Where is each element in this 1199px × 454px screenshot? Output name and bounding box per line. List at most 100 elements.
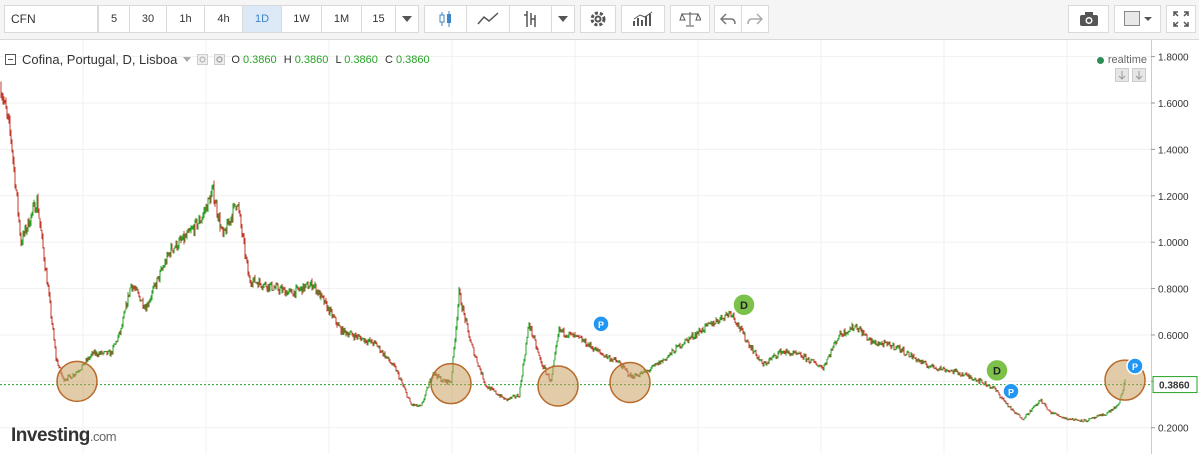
candle-body <box>964 373 966 376</box>
candle-body <box>1072 417 1074 421</box>
candle-body <box>975 378 977 382</box>
candle-body <box>942 367 944 371</box>
candle-body <box>839 331 841 337</box>
interval-1h-button[interactable]: 1h <box>166 5 205 33</box>
fullscreen-button[interactable] <box>1166 5 1196 33</box>
candle-body <box>772 356 774 358</box>
candle-body <box>569 332 571 334</box>
candle-body <box>713 322 715 325</box>
undo-button[interactable] <box>714 5 742 33</box>
candle-body <box>533 336 535 338</box>
candle-body <box>288 290 290 292</box>
brand-logo: Investing.com <box>11 425 117 447</box>
candle-body <box>779 349 781 352</box>
candle-body <box>228 221 230 225</box>
candle-body <box>43 247 45 260</box>
price-tick-label: 1.0000 <box>1158 238 1189 249</box>
gear-icon <box>590 11 606 27</box>
candle-body <box>37 197 39 212</box>
candle-body <box>51 316 53 325</box>
candle-body <box>738 323 740 328</box>
candle-body <box>1103 414 1105 416</box>
price-chart[interactable]: PDDPP 1.80001.60001.40001.20001.00000.80… <box>0 40 1199 454</box>
candle-body <box>789 353 791 356</box>
candle-body <box>931 363 933 366</box>
candle-body <box>276 284 278 286</box>
candle-body <box>822 368 824 370</box>
interval-1d-button[interactable]: 1D <box>242 5 282 33</box>
redo-button[interactable] <box>741 5 769 33</box>
template-button[interactable] <box>1114 5 1161 33</box>
candle-body <box>305 283 307 286</box>
interval-5-button[interactable]: 5 <box>98 5 130 33</box>
candle-body <box>223 229 225 236</box>
candle-body <box>182 234 184 240</box>
candle-body <box>1017 413 1019 415</box>
candle-body <box>16 189 18 195</box>
candle-body <box>458 289 460 305</box>
candle-body <box>324 299 326 304</box>
candle-body <box>737 323 739 326</box>
candle-body <box>148 302 150 306</box>
candle-body <box>201 218 203 222</box>
candle-body <box>854 325 856 329</box>
candle-body <box>237 204 239 206</box>
candle-body <box>951 370 953 372</box>
candle-body <box>933 366 935 369</box>
candle-body <box>496 393 498 395</box>
candle-body <box>247 262 249 274</box>
symbol-input[interactable]: CFN <box>4 5 98 33</box>
collapse-icon[interactable] <box>5 54 16 65</box>
candle-body <box>601 353 603 355</box>
candle-body <box>998 392 1000 395</box>
candle-body <box>615 358 617 362</box>
candle-body <box>970 376 972 379</box>
candles-icon <box>439 11 451 27</box>
interval-dropdown-button[interactable] <box>395 5 419 33</box>
bar-style-button[interactable] <box>509 5 552 33</box>
candle-body <box>888 341 890 344</box>
candle-body <box>524 354 526 361</box>
compare-button[interactable] <box>670 5 710 33</box>
gear-icon[interactable] <box>214 54 226 65</box>
indicators-button[interactable] <box>621 5 665 33</box>
candle-body <box>229 221 231 223</box>
candles-style-button[interactable] <box>424 5 467 33</box>
candle-body <box>900 349 902 352</box>
candle-body <box>1107 412 1109 414</box>
candle-body <box>977 379 979 381</box>
settings-button[interactable] <box>580 5 616 33</box>
candle-body <box>887 341 889 345</box>
candle-body <box>461 305 463 311</box>
candle-body <box>830 349 832 356</box>
candle-body <box>1002 398 1004 400</box>
candle-body <box>39 218 41 225</box>
candle-body <box>128 294 130 296</box>
chevron-down-icon[interactable] <box>183 57 192 62</box>
candle-body <box>299 288 301 291</box>
candle-body <box>969 376 971 378</box>
interval-1w-button[interactable]: 1W <box>281 5 322 33</box>
chart-style-dropdown[interactable] <box>551 5 575 33</box>
candle-body <box>269 284 271 290</box>
candle-body <box>303 283 305 291</box>
interval-4h-button[interactable]: 4h <box>204 5 243 33</box>
line-style-button[interactable] <box>466 5 510 33</box>
candle-body <box>815 362 817 365</box>
interval-1m-button[interactable]: 1M <box>321 5 362 33</box>
eye-icon[interactable] <box>197 54 209 65</box>
candle-body <box>316 290 318 294</box>
candle-body <box>88 357 90 360</box>
candle-body <box>145 306 147 312</box>
candle-body <box>426 387 428 391</box>
candle-body <box>33 202 35 206</box>
snapshot-button[interactable] <box>1068 5 1109 33</box>
interval-30-button[interactable]: 30 <box>129 5 167 33</box>
candle-body <box>280 286 282 289</box>
candle-body <box>173 248 175 252</box>
candle-body <box>935 367 937 369</box>
candle-body <box>694 333 696 338</box>
candle-body <box>671 349 673 354</box>
arrows-icon[interactable] <box>1115 68 1147 82</box>
interval-15-button[interactable]: 15 <box>361 5 396 33</box>
